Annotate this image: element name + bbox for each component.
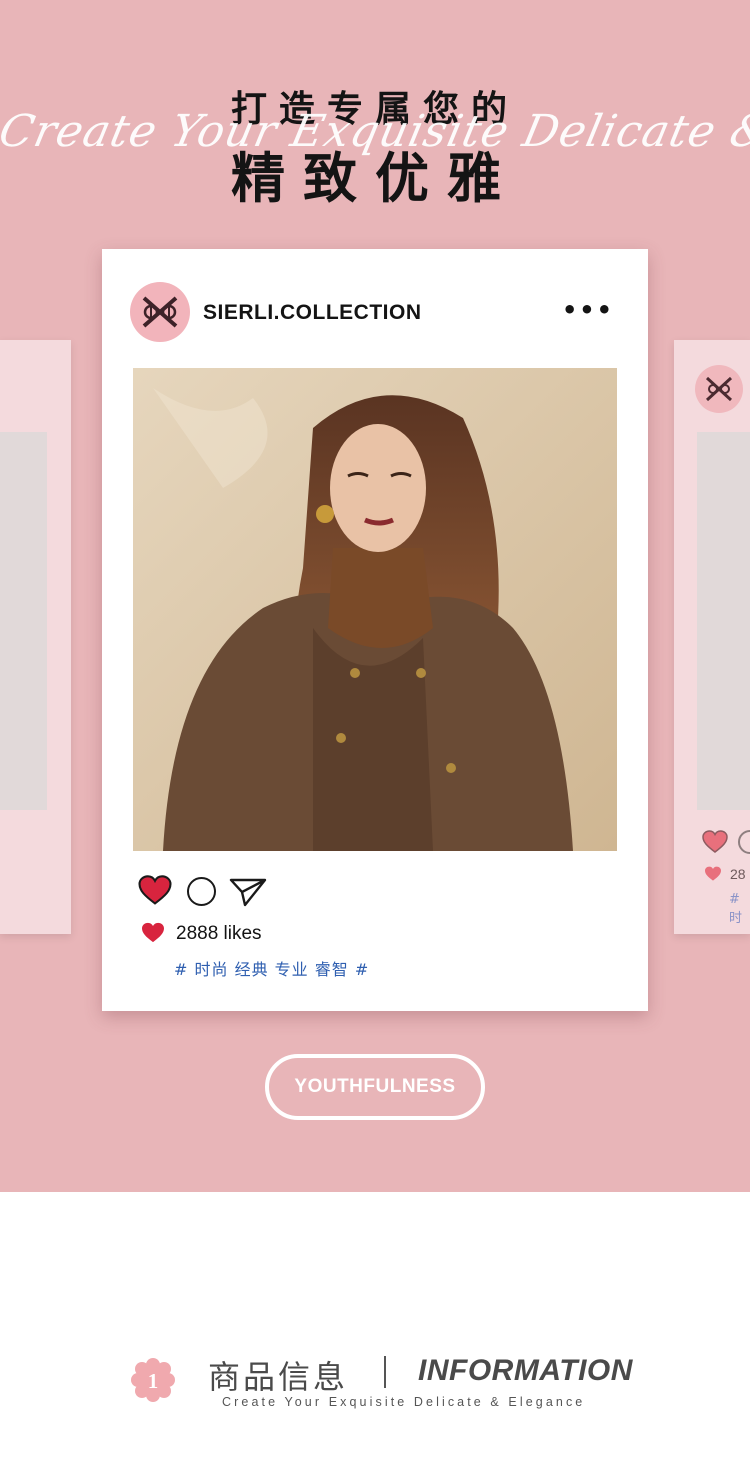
post-hashtags[interactable]: # 时尚 经典 专业 睿智 # (174, 956, 369, 980)
side-post-card-left[interactable] (0, 340, 71, 934)
send-icon[interactable] (229, 877, 267, 911)
side-tags-text: # 时 (729, 892, 743, 926)
brand-logo-icon[interactable] (130, 282, 190, 342)
post-photo (133, 368, 617, 851)
small-heart-icon (704, 866, 722, 886)
post-username[interactable]: SIERLI.COLLECTION (203, 301, 422, 325)
small-heart-icon (141, 922, 165, 948)
comment-circle-icon (738, 830, 750, 854)
side-post-card-right[interactable]: 28 # 时 (674, 340, 750, 934)
side-post-image-placeholder (0, 432, 47, 810)
likes-count: 2888 likes (176, 923, 262, 944)
hero-section: 打造专属您的 Create Your Exquisite Delicate & … (0, 0, 750, 1192)
comment-circle-icon[interactable] (187, 877, 216, 906)
brand-logo-icon (695, 365, 743, 413)
side-likes-text: 28 (730, 866, 746, 882)
info-title-en: INFORMATION (418, 1354, 633, 1387)
more-dots-icon[interactable]: ••• (562, 298, 614, 322)
side-post-image-placeholder (697, 432, 750, 810)
flower-number-icon: 1 (130, 1357, 176, 1407)
hero-title-line2: 精致优雅 (231, 147, 519, 210)
info-number: 1 (148, 1369, 159, 1393)
heart-icon (702, 830, 728, 858)
post-card: SIERLI.COLLECTION ••• 2888 likes # 时尚 经典… (102, 249, 648, 1011)
info-title-cn: 商品信息 (208, 1358, 349, 1396)
heart-icon[interactable] (138, 875, 172, 910)
youthfulness-badge[interactable]: YOUTHFULNESS (265, 1054, 485, 1120)
info-divider (384, 1356, 386, 1388)
info-subtitle: Create Your Exquisite Delicate & Eleganc… (222, 1395, 586, 1409)
